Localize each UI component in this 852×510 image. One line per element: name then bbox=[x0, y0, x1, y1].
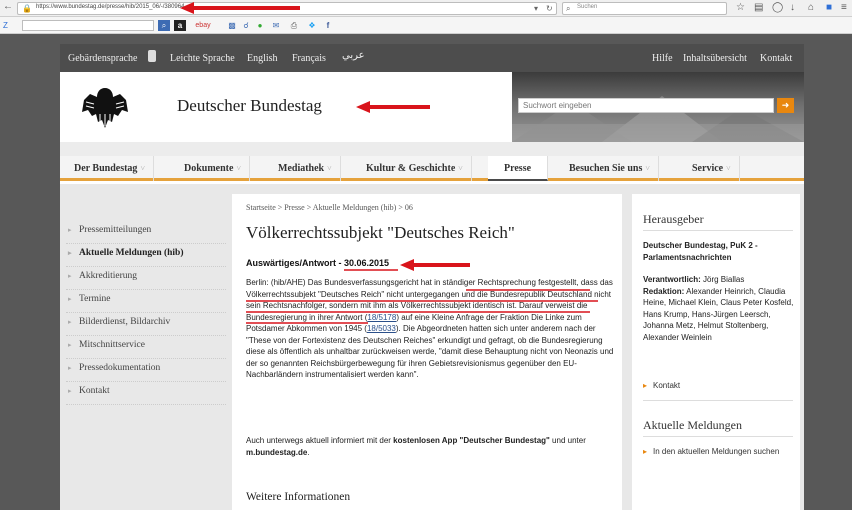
home-icon[interactable]: ⌂ bbox=[808, 2, 814, 14]
ebay-link[interactable]: ebay bbox=[192, 20, 214, 31]
chevron-right-icon: ▸ bbox=[643, 447, 648, 456]
util-link-sign-language[interactable]: Gebärdensprache bbox=[68, 53, 137, 64]
download-icon[interactable]: ↓ bbox=[790, 2, 795, 14]
browser-search-placeholder: Suchen bbox=[577, 4, 598, 10]
lock-icon: 🔒 bbox=[22, 4, 32, 13]
nav-der-bundestag[interactable]: Der Bundestag ˅ bbox=[66, 156, 154, 181]
url-text: https://www.bundestag.de/presse/hib/2015… bbox=[36, 4, 185, 10]
bookmarks-toolbar: Z ⌕ a ebay ▩ ☌ ● ✉ ⎙ ❖ f bbox=[0, 17, 852, 34]
sidebar-contact-link[interactable]: ▸ Kontakt bbox=[643, 380, 795, 391]
site-search-placeholder: Suchwort eingeben bbox=[523, 101, 592, 110]
article-body: Berlin: (hib/AHE) Das Bundesverfassungsg… bbox=[246, 278, 614, 379]
nav-kultur-geschichte[interactable]: Kultur & Geschichte ˅ bbox=[358, 156, 472, 181]
nav-presse[interactable]: Presse bbox=[488, 156, 549, 181]
site-title[interactable]: Deutscher Bundestag bbox=[177, 96, 322, 116]
util-link-sitemap[interactable]: Inhaltsübersicht bbox=[683, 53, 747, 64]
chevron-right-icon: ▸ bbox=[68, 272, 72, 280]
divider bbox=[643, 230, 793, 231]
util-link-arabic[interactable]: عربي bbox=[342, 50, 365, 61]
search-icon: ⌕ bbox=[566, 4, 571, 13]
chevron-right-icon: ▸ bbox=[68, 341, 72, 349]
app-promo: Auch unterwegs aktuell informiert mit de… bbox=[246, 436, 586, 457]
util-link-contact[interactable]: Kontakt bbox=[760, 53, 792, 64]
leftnav-item-termine[interactable]: ▸ Termine bbox=[66, 290, 226, 313]
chevron-right-icon: ▸ bbox=[68, 226, 72, 234]
article-title: Völkerrechtssubjekt "Deutsches Reich" bbox=[246, 223, 515, 242]
chevron-right-icon: ▸ bbox=[68, 318, 72, 326]
util-link-help[interactable]: Hilfe bbox=[652, 53, 673, 64]
divider bbox=[643, 400, 793, 401]
print-icon[interactable]: ⎙ bbox=[288, 20, 300, 31]
webpage: Gebärdensprache Leichte Sprache English … bbox=[60, 44, 804, 510]
sidebar-news-search-link[interactable]: ▸ In den aktuellen Meldungen suchen bbox=[643, 446, 795, 457]
facebook-icon[interactable]: f bbox=[322, 20, 334, 31]
leftnav-item-bilderdienst[interactable]: ▸ Bilderdienst, Bildarchiv bbox=[66, 313, 226, 336]
dropdown-icon[interactable]: ▾ bbox=[534, 4, 538, 14]
main-navigation: Der Bundestag ˅ Dokumente ˅ Mediathek ˅ Kul… bbox=[60, 156, 804, 181]
mail-icon[interactable]: ✉ bbox=[270, 20, 282, 31]
util-link-easy-language[interactable]: Leichte Sprache bbox=[170, 53, 235, 64]
left-navigation: ▸ Pressemitteilungen ▸ Aktuelle Meldungen … bbox=[66, 221, 226, 405]
browser-search-box[interactable]: ⌕ Suchen bbox=[562, 2, 727, 15]
chevron-right-icon: ▸ bbox=[68, 364, 72, 372]
reading-list-icon[interactable]: ▤ bbox=[754, 2, 763, 14]
header-gap bbox=[60, 142, 804, 156]
site-search-input[interactable]: Suchwort eingeben bbox=[518, 98, 774, 113]
zoom-icon[interactable]: Z bbox=[3, 20, 8, 32]
divider bbox=[643, 436, 793, 437]
site-search-button[interactable]: ➜ bbox=[777, 98, 794, 113]
utility-bar: Gebärdensprache Leichte Sprache English … bbox=[60, 44, 804, 72]
leftnav-item-pressedokumentation[interactable]: ▸ Pressedokumentation bbox=[66, 359, 226, 382]
bookmark-star-icon[interactable]: ☆ bbox=[736, 2, 745, 14]
twitter-icon[interactable]: ❖ bbox=[306, 20, 318, 31]
document-icon[interactable]: ▩ bbox=[226, 20, 238, 31]
article-kicker: Auswärtiges/Antwort - 30.06.2015 bbox=[246, 258, 390, 268]
back-arrow-icon[interactable]: ← bbox=[3, 1, 13, 13]
nav-dokumente[interactable]: Dokumente ˅ bbox=[176, 156, 250, 181]
app-link[interactable]: kostenlosen App "Deutscher Bundestag" bbox=[393, 436, 550, 445]
hand-sign-icon bbox=[148, 50, 156, 62]
leftnav-item-mitschnittservice[interactable]: ▸ Mitschnittservice bbox=[66, 336, 226, 359]
nav-mediathek[interactable]: Mediathek ˅ bbox=[270, 156, 341, 181]
leftnav-item-akkreditierung[interactable]: ▸ Akkreditierung bbox=[66, 267, 226, 290]
site-header: Deutscher Bundestag Suchwort eingeben ➜ bbox=[60, 72, 804, 142]
green-link-icon[interactable]: ● bbox=[254, 20, 266, 31]
publisher-name: Deutscher Bundestag, PuK 2 - Parlamentsn… bbox=[643, 241, 758, 262]
document-link-18-5178[interactable]: 18/5178 bbox=[367, 313, 396, 322]
util-link-french[interactable]: Français bbox=[292, 53, 326, 64]
breadcrumb[interactable]: Startseite > Presse > Aktuelle Meldungen… bbox=[246, 203, 413, 212]
article: Startseite > Presse > Aktuelle Meldungen… bbox=[232, 194, 622, 510]
federal-eagle-logo[interactable] bbox=[80, 84, 130, 130]
extension-icon[interactable]: ■ bbox=[826, 2, 832, 14]
nav-besuchen-sie-uns[interactable]: Besuchen Sie uns ˅ bbox=[561, 156, 659, 181]
mobile-site-link[interactable]: m.bundestag.de bbox=[246, 448, 307, 457]
leftnav-item-pressemitteilungen[interactable]: ▸ Pressemitteilungen bbox=[66, 221, 226, 244]
browser-url-toolbar: ← 🔒 https://www.bundestag.de/presse/hib/… bbox=[0, 0, 852, 17]
util-link-english[interactable]: English bbox=[247, 53, 278, 64]
chevron-right-icon: ▸ bbox=[643, 381, 648, 390]
reload-icon[interactable]: ↻ bbox=[546, 4, 553, 14]
chevron-right-icon: ▸ bbox=[68, 249, 72, 257]
document-link-18-5033[interactable]: 18/5033 bbox=[367, 324, 396, 333]
chevron-right-icon: ▸ bbox=[68, 295, 72, 303]
nav-service[interactable]: Service ˅ bbox=[684, 156, 740, 181]
right-sidebar: Herausgeber Deutscher Bundestag, PuK 2 -… bbox=[632, 194, 800, 510]
pocket-icon[interactable]: ◯ bbox=[772, 2, 783, 14]
amazon-icon[interactable]: a bbox=[174, 20, 186, 31]
more-info-heading: Weitere Informationen bbox=[246, 491, 351, 503]
leftnav-item-aktuelle-meldungen[interactable]: ▸ Aktuelle Meldungen (hib) bbox=[66, 244, 226, 267]
translate-icon[interactable]: ☌ bbox=[240, 20, 252, 31]
publisher-heading: Herausgeber bbox=[643, 212, 704, 226]
toolbar-search-icon[interactable]: ⌕ bbox=[158, 20, 170, 31]
editorial-info: Verantwortlich: Jörg Biallas Redaktion: A… bbox=[643, 275, 794, 342]
address-bar[interactable]: 🔒 https://www.bundestag.de/presse/hib/20… bbox=[17, 2, 557, 15]
news-heading: Aktuelle Meldungen bbox=[643, 418, 742, 432]
menu-icon[interactable]: ≡ bbox=[841, 2, 847, 14]
toolbar-search-input[interactable] bbox=[22, 20, 154, 31]
leftnav-item-kontakt[interactable]: ▸ Kontakt bbox=[66, 382, 226, 405]
chevron-right-icon: ▸ bbox=[68, 387, 72, 395]
